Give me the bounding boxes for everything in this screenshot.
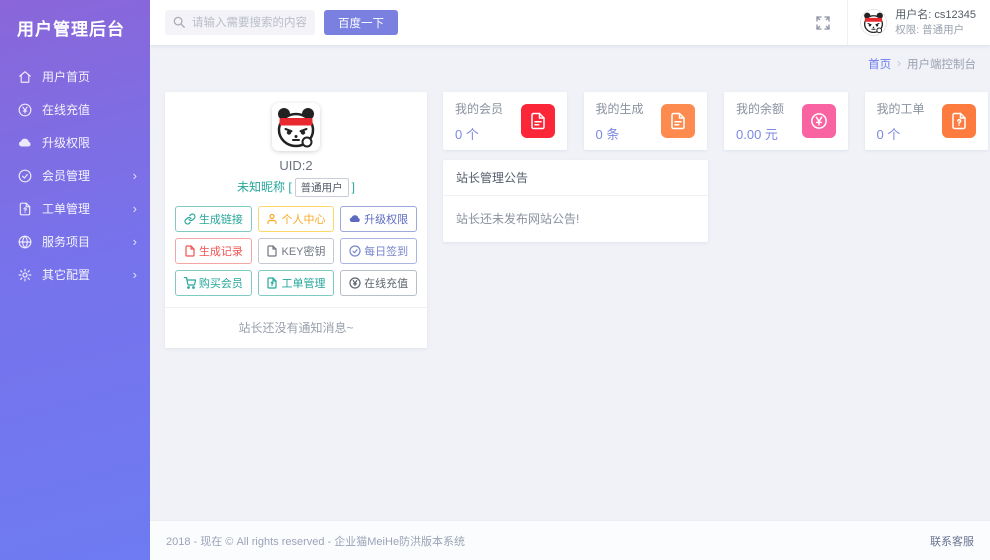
sidebar-item-label: 服务项目 bbox=[42, 233, 90, 250]
sidebar-item-recharge[interactable]: 在线充值 bbox=[0, 93, 150, 126]
cart-icon bbox=[184, 277, 196, 289]
file-icon bbox=[266, 245, 278, 257]
sidebar-item-members[interactable]: 会员管理 › bbox=[0, 159, 150, 192]
topbar: 百度一下 用户名: cs12345 bbox=[150, 0, 990, 45]
stat-cards: 我的会员 0 个 我的生成 0 条 我的余额 0.00 元 bbox=[443, 92, 988, 150]
cloud-upload-icon bbox=[18, 136, 32, 150]
sidebar-item-services[interactable]: 服务项目 › bbox=[0, 225, 150, 258]
announcement-title: 站长管理公告 bbox=[443, 160, 708, 196]
ticket-icon bbox=[266, 277, 278, 289]
globe-icon bbox=[18, 235, 32, 249]
stat-card-members[interactable]: 我的会员 0 个 bbox=[443, 92, 567, 150]
yen-circle-icon bbox=[349, 277, 361, 289]
user-icon bbox=[266, 213, 278, 225]
stat-label: 我的工单 bbox=[877, 100, 925, 117]
chevron-right-icon: › bbox=[133, 235, 137, 248]
user-role-label: 权限: 普通用户 bbox=[895, 23, 976, 37]
search-input[interactable] bbox=[165, 10, 315, 35]
sidebar-item-label: 用户首页 bbox=[42, 68, 90, 85]
nickname-row: 未知昵称 [ 普通用户] bbox=[165, 178, 427, 197]
online-recharge-button[interactable]: 在线充值 bbox=[340, 270, 417, 296]
app-title: 用户管理后台 bbox=[0, 0, 150, 54]
check-circle-icon bbox=[349, 245, 361, 257]
ticket-icon bbox=[18, 202, 32, 216]
stat-value: 0 条 bbox=[596, 124, 644, 143]
yen-circle-icon bbox=[802, 104, 836, 138]
chevron-right-icon: › bbox=[133, 169, 137, 182]
nickname-label: 未知昵称 bbox=[237, 180, 285, 194]
announcement-card: 站长管理公告 站长还未发布网站公告! bbox=[443, 160, 708, 242]
daily-checkin-button[interactable]: 每日签到 bbox=[340, 238, 417, 264]
user-info: 用户名: cs12345 权限: 普通用户 bbox=[895, 8, 976, 37]
ticket-icon bbox=[942, 104, 976, 138]
contact-support-link[interactable]: 联系客服 bbox=[930, 533, 974, 549]
copyright-text: 2018 - 现在 © All rights reserved - 企业猫Mei… bbox=[166, 533, 465, 549]
search-button[interactable]: 百度一下 bbox=[324, 10, 398, 35]
sidebar-item-tickets[interactable]: 工单管理 › bbox=[0, 192, 150, 225]
sidebar-item-home[interactable]: 用户首页 bbox=[0, 60, 150, 93]
username-label: 用户名: cs12345 bbox=[895, 8, 976, 23]
chevron-right-icon: › bbox=[133, 268, 137, 281]
generate-records-button[interactable]: 生成记录 bbox=[175, 238, 252, 264]
announcement-body: 站长还未发布网站公告! bbox=[443, 196, 708, 242]
upgrade-permission-button[interactable]: 升级权限 bbox=[340, 206, 417, 232]
stat-card-generated[interactable]: 我的生成 0 条 bbox=[584, 92, 708, 150]
stat-value: 0 个 bbox=[877, 124, 925, 143]
breadcrumb: 首页 › 用户端控制台 bbox=[868, 56, 976, 72]
stat-label: 我的生成 bbox=[596, 100, 644, 117]
ticket-management-button[interactable]: 工单管理 bbox=[258, 270, 335, 296]
sidebar-item-label: 在线充值 bbox=[42, 101, 90, 118]
footer: 2018 - 现在 © All rights reserved - 企业猫Mei… bbox=[150, 520, 990, 560]
search-wrap bbox=[165, 10, 315, 35]
key-secret-button[interactable]: KEY密钥 bbox=[258, 238, 335, 264]
breadcrumb-current: 用户端控制台 bbox=[907, 56, 976, 72]
personal-center-button[interactable]: 个人中心 bbox=[258, 206, 335, 232]
stat-label: 我的余额 bbox=[736, 100, 784, 117]
badge-check-icon bbox=[18, 169, 32, 183]
profile-card: UID:2 未知昵称 [ 普通用户] 生成链接 个人中心 升级权限 生成记录 bbox=[165, 92, 427, 348]
cloud-icon bbox=[349, 213, 361, 225]
stat-card-tickets[interactable]: 我的工单 0 个 bbox=[865, 92, 989, 150]
stat-value: 0 个 bbox=[455, 124, 503, 143]
sidebar: 用户管理后台 用户首页 在线充值 升级权限 会员管理 › 工单管理 › 服务项目 bbox=[0, 0, 150, 560]
search-icon bbox=[172, 15, 186, 29]
avatar bbox=[860, 9, 887, 36]
sidebar-item-upgrade[interactable]: 升级权限 bbox=[0, 126, 150, 159]
generate-link-button[interactable]: 生成链接 bbox=[175, 206, 252, 232]
file-icon bbox=[661, 104, 695, 138]
yen-circle-icon bbox=[18, 103, 32, 117]
stat-value: 0.00 元 bbox=[736, 124, 784, 143]
fullscreen-icon[interactable] bbox=[815, 15, 831, 31]
profile-button-grid: 生成链接 个人中心 升级权限 生成记录 KEY密钥 每日签到 bbox=[175, 206, 417, 296]
file-icon bbox=[184, 245, 196, 257]
buy-membership-button[interactable]: 购买会员 bbox=[175, 270, 252, 296]
sidebar-menu: 用户首页 在线充值 升级权限 会员管理 › 工单管理 › 服务项目 › 其它 bbox=[0, 60, 150, 291]
breadcrumb-separator-icon: › bbox=[897, 58, 901, 70]
tag-bracket-open: [ bbox=[288, 180, 291, 194]
gear-icon bbox=[18, 268, 32, 282]
sidebar-item-label: 其它配置 bbox=[42, 266, 90, 283]
uid-label: UID:2 bbox=[165, 158, 427, 173]
profile-notice: 站长还没有通知消息~ bbox=[165, 308, 427, 348]
sidebar-item-config[interactable]: 其它配置 › bbox=[0, 258, 150, 291]
profile-avatar bbox=[272, 103, 320, 151]
tag-bracket-close: ] bbox=[352, 180, 355, 194]
chevron-right-icon: › bbox=[133, 202, 137, 215]
sidebar-item-label: 会员管理 bbox=[42, 167, 90, 184]
user-menu[interactable]: 用户名: cs12345 权限: 普通用户 bbox=[847, 0, 990, 45]
sidebar-item-label: 升级权限 bbox=[42, 134, 90, 151]
home-icon bbox=[18, 70, 32, 84]
panda-logo-icon bbox=[272, 103, 320, 151]
role-tag: 普通用户 bbox=[295, 178, 349, 197]
link-icon bbox=[184, 213, 196, 225]
breadcrumb-home[interactable]: 首页 bbox=[868, 56, 891, 72]
stat-card-balance[interactable]: 我的余额 0.00 元 bbox=[724, 92, 848, 150]
sidebar-item-label: 工单管理 bbox=[42, 200, 90, 217]
main-area: 百度一下 用户名: cs12345 bbox=[150, 0, 990, 560]
stat-label: 我的会员 bbox=[455, 100, 503, 117]
topbar-right: 用户名: cs12345 权限: 普通用户 bbox=[815, 0, 990, 45]
file-icon bbox=[521, 104, 555, 138]
panda-logo-icon bbox=[861, 10, 886, 35]
